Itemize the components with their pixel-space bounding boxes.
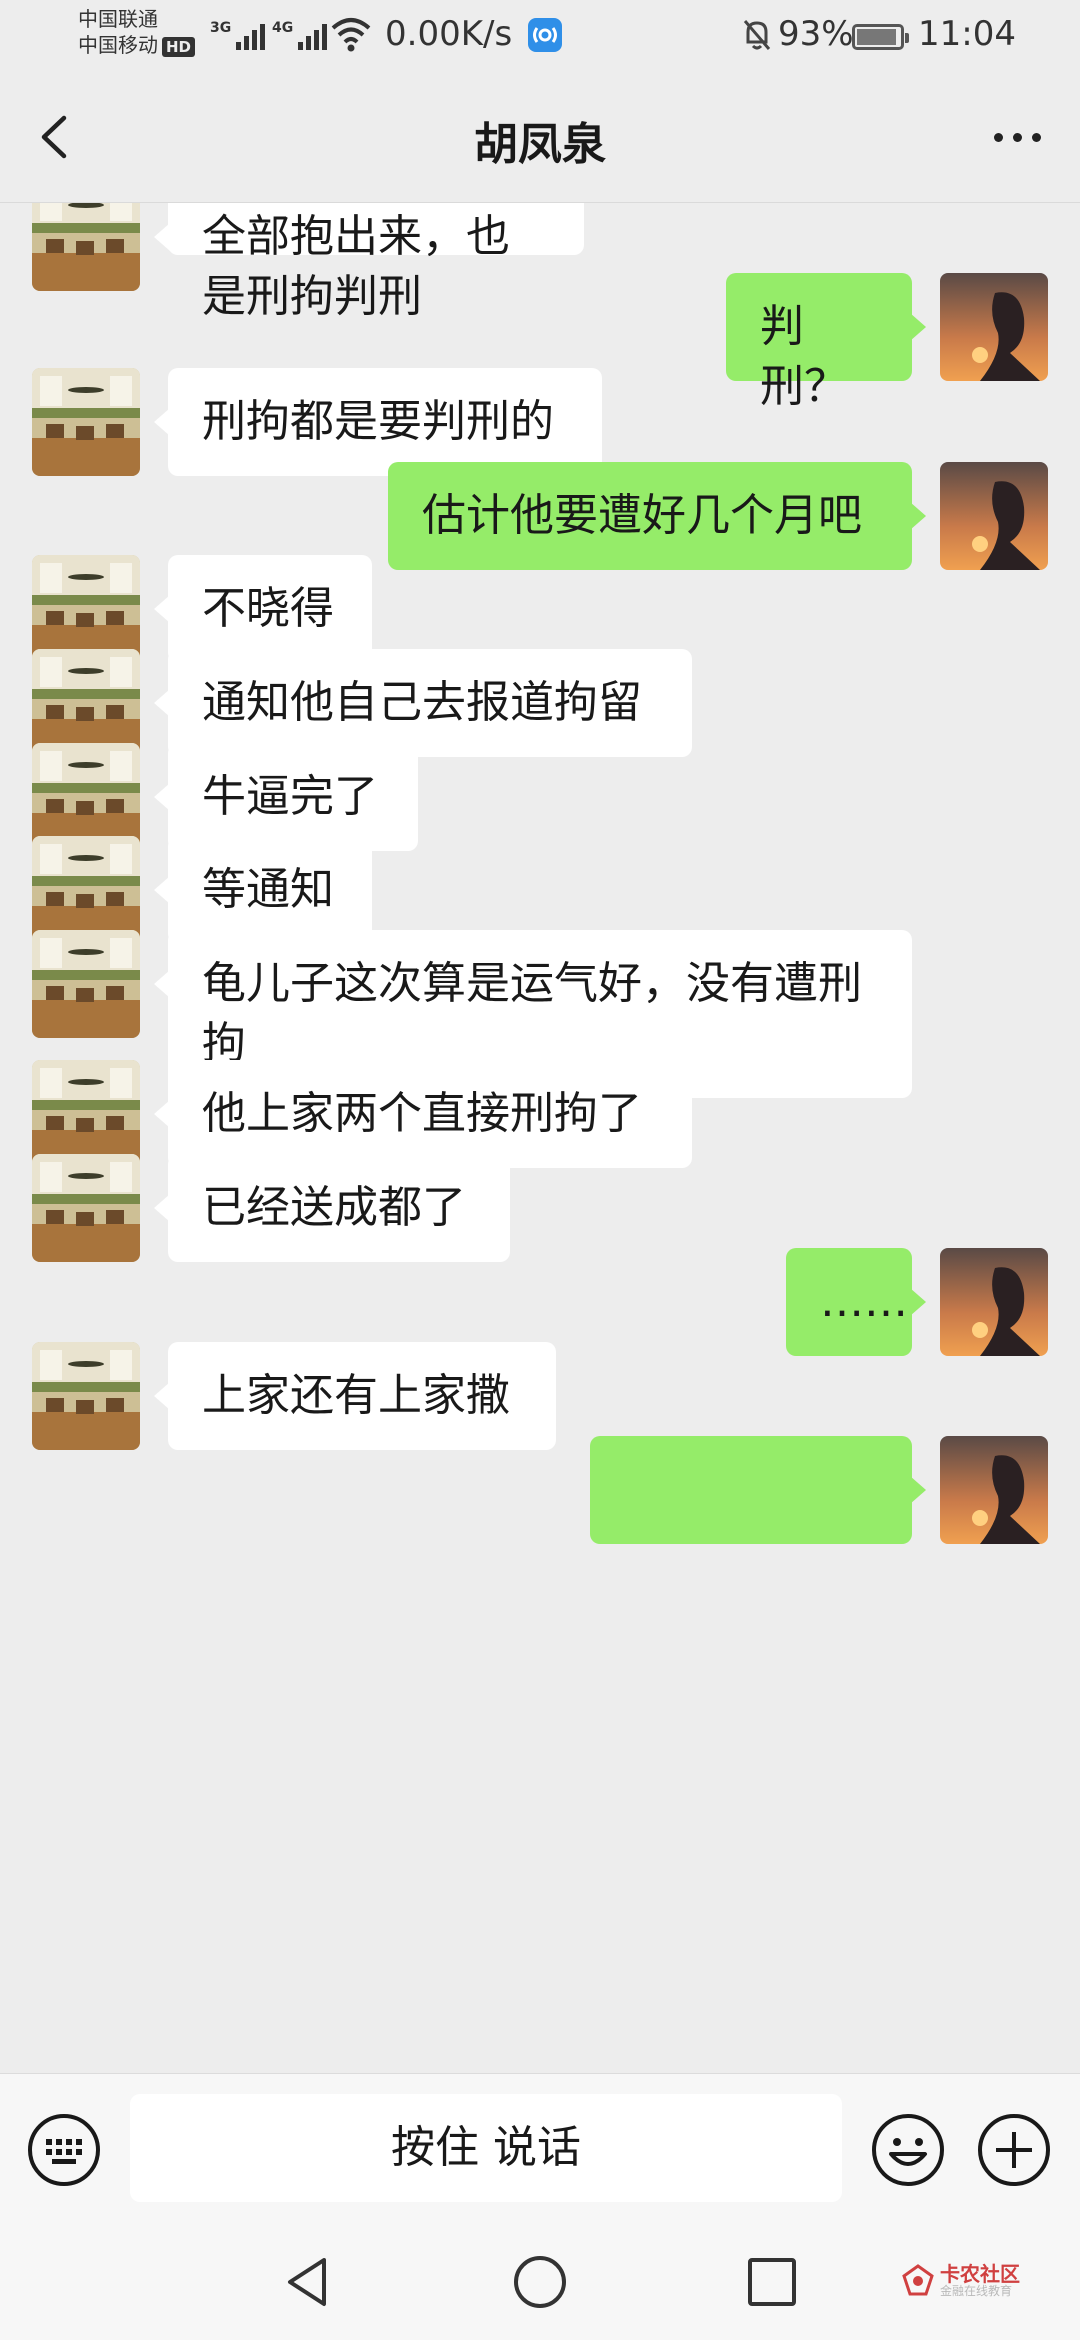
incoming-message: 牛逼完了 (0, 743, 1080, 851)
contact-avatar[interactable] (32, 743, 140, 851)
outgoing-message (0, 1436, 1080, 1544)
message-bubble[interactable]: 全部抱出来，也是刑拘判刑 (154, 203, 584, 322)
triangle-back-icon[interactable] (278, 2252, 338, 2312)
net-type-2: 4G (272, 20, 294, 36)
square-recents-icon[interactable] (742, 2252, 802, 2312)
watermark-logo: 卡农社区 金融在线教育 (900, 2256, 1030, 2306)
contact-avatar[interactable] (32, 1154, 140, 1262)
incoming-message: 等通知 (0, 836, 1080, 944)
carrier-2: 中国移动 (78, 33, 158, 57)
mute-bell-icon (743, 20, 771, 50)
incoming-message: 全部抱出来，也是刑拘判刑 (0, 203, 1080, 322)
battery-icon (852, 24, 909, 50)
incoming-message: 已经送成都了 (0, 1154, 1080, 1262)
wifi-icon (331, 18, 371, 52)
battery-fill (857, 29, 896, 45)
wifi-app-icon (528, 18, 562, 52)
contact-avatar[interactable] (32, 1060, 140, 1168)
carrier-1: 中国联通 (78, 7, 158, 31)
message-bubble[interactable]: 刑拘都是要判刑的 (154, 368, 602, 476)
network-speed: 0.00K/s (385, 14, 513, 54)
contact-avatar[interactable] (32, 836, 140, 944)
message-bubble[interactable]: 等通知 (154, 836, 372, 944)
contact-avatar[interactable] (32, 930, 140, 1038)
message-bubble[interactable] (590, 1436, 926, 1544)
outgoing-message: …… (0, 1248, 1080, 1356)
message-bubble[interactable]: 估计他要遭好几个月吧 (388, 462, 926, 570)
circle-home-icon[interactable] (510, 2252, 570, 2312)
battery-percent: 93% (778, 14, 854, 54)
message-bubble[interactable]: 上家还有上家撒 (154, 1342, 556, 1450)
incoming-message: 不晓得 (0, 555, 1080, 663)
carrier-info: 中国联通 中国移动 HD (78, 6, 196, 58)
plus-icon[interactable] (976, 2112, 1052, 2188)
clock: 11:04 (918, 14, 1016, 54)
watermark-icon (902, 2264, 934, 2296)
incoming-message: 上家还有上家撒 (0, 1342, 1080, 1450)
hd-badge: HD (162, 37, 196, 57)
more-dots-icon[interactable] (994, 122, 1050, 152)
signal-3g-icon: 3G (210, 20, 266, 50)
contact-avatar[interactable] (32, 649, 140, 757)
my-avatar[interactable] (940, 273, 1048, 381)
keyboard-icon[interactable] (26, 2112, 102, 2188)
contact-avatar[interactable] (32, 368, 140, 476)
hold-to-talk-button[interactable]: 按住 说话 (130, 2094, 842, 2202)
message-bubble[interactable]: 他上家两个直接刑拘了 (154, 1060, 692, 1168)
status-bar: 中国联通 中国移动 HD 3G 4G 0.00K/s 93% 11:04 (0, 0, 1080, 72)
incoming-message: 他上家两个直接刑拘了 (0, 1060, 1080, 1168)
message-bubble[interactable]: 已经送成都了 (154, 1154, 510, 1262)
contact-avatar[interactable] (32, 1342, 140, 1450)
input-bar: 按住 说话 (0, 2073, 1080, 2224)
outgoing-message: 判刑？ (0, 273, 1080, 412)
incoming-message: 刑拘都是要判刑的 (0, 368, 1080, 476)
signal-4g-icon: 4G (272, 20, 328, 50)
chat-title: 胡凤泉 (474, 119, 606, 170)
message-bubble[interactable]: 牛逼完了 (154, 743, 418, 851)
message-bubble[interactable]: …… (786, 1248, 926, 1356)
chat-header: 胡凤泉 (0, 72, 1080, 203)
message-bubble[interactable]: 不晓得 (154, 555, 372, 663)
outgoing-message: 估计他要遭好几个月吧 (0, 462, 1080, 570)
my-avatar[interactable] (940, 1436, 1048, 1544)
emoji-icon[interactable] (870, 2112, 946, 2188)
my-avatar[interactable] (940, 1248, 1048, 1356)
message-bubble[interactable]: 判刑？ (726, 273, 926, 412)
watermark-sub: 金融在线教育 (940, 2284, 1013, 2298)
system-nav-bar: 卡农社区 金融在线教育 (0, 2224, 1080, 2340)
message-bubble[interactable]: 通知他自己去报道拘留 (154, 649, 692, 757)
my-avatar[interactable] (940, 462, 1048, 570)
contact-avatar[interactable] (32, 555, 140, 663)
incoming-message: 通知他自己去报道拘留 (0, 649, 1080, 757)
message-list[interactable]: 全部抱出来，也是刑拘判刑判刑？ 刑拘都是要判刑的 估计他要遭好几个月吧 不晓得 通知他自… (0, 203, 1080, 2073)
net-type-1: 3G (210, 20, 232, 36)
